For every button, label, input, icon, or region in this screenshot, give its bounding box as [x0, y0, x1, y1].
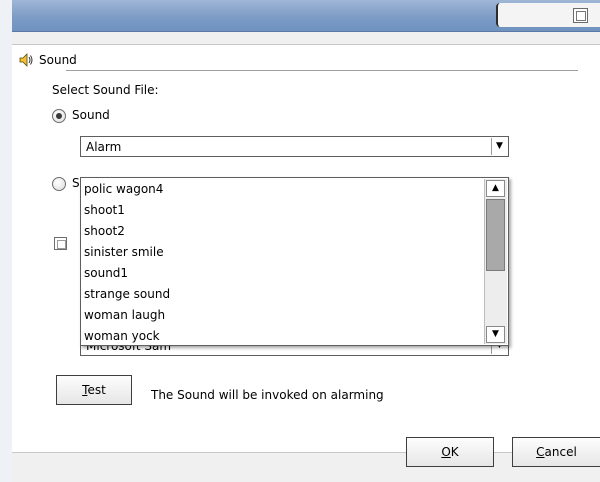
settings-panel: Sound Select Sound File: Sound Alarm ▼ S…: [12, 44, 600, 453]
list-item[interactable]: sound1: [84, 263, 128, 284]
sound-file-combo[interactable]: Alarm ▼: [80, 136, 509, 157]
option-checkbox[interactable]: [54, 237, 67, 250]
select-sound-file-label: Select Sound File:: [52, 83, 159, 97]
title-bar[interactable]: [12, 0, 600, 32]
status-text: The Sound will be invoked on alarming: [151, 388, 384, 402]
sound-file-value: Alarm: [86, 140, 122, 154]
cancel-label-rest: ancel: [544, 445, 577, 459]
sound-radio-label: Sound: [72, 108, 110, 122]
arrow-down-icon[interactable]: ▼: [486, 326, 505, 343]
test-label-rest: est: [87, 383, 106, 397]
dialog-footer: OK Cancel: [12, 437, 600, 482]
test-button[interactable]: Test: [56, 375, 132, 405]
cancel-mnemonic: C: [536, 445, 545, 459]
section-divider: [66, 70, 578, 71]
section-title: Sound: [39, 53, 77, 67]
list-item[interactable]: sinister smile: [84, 242, 164, 263]
sound-radio[interactable]: [52, 109, 66, 123]
ok-button[interactable]: OK: [406, 437, 494, 467]
ok-label-rest: K: [450, 445, 459, 459]
list-item[interactable]: shoot1: [84, 200, 125, 221]
speaker-icon: [19, 53, 33, 67]
alt-radio[interactable]: [52, 177, 66, 191]
list-item[interactable]: woman laugh: [84, 305, 165, 326]
scrollbar-thumb[interactable]: [486, 199, 505, 271]
alt-radio-label: S: [72, 176, 80, 190]
desktop-background: [0, 0, 12, 482]
cancel-button[interactable]: Cancel: [512, 437, 600, 467]
sound-dropdown-list[interactable]: polic wagon4 shoot1 shoot2 sinister smil…: [80, 177, 509, 346]
list-item[interactable]: strange sound: [84, 284, 170, 305]
ok-mnemonic: O: [441, 445, 451, 459]
arrow-down-icon[interactable]: ▼: [491, 138, 507, 155]
list-item[interactable]: polic wagon4: [84, 179, 163, 200]
dropdown-scrollbar[interactable]: ▲ ▼: [484, 179, 507, 344]
list-item[interactable]: woman yock: [84, 326, 160, 347]
arrow-up-icon[interactable]: ▲: [486, 180, 505, 197]
dialog-client: Sound Select Sound File: Sound Alarm ▼ S…: [12, 32, 600, 482]
list-item[interactable]: shoot2: [84, 221, 125, 242]
maximize-icon[interactable]: [573, 8, 588, 23]
